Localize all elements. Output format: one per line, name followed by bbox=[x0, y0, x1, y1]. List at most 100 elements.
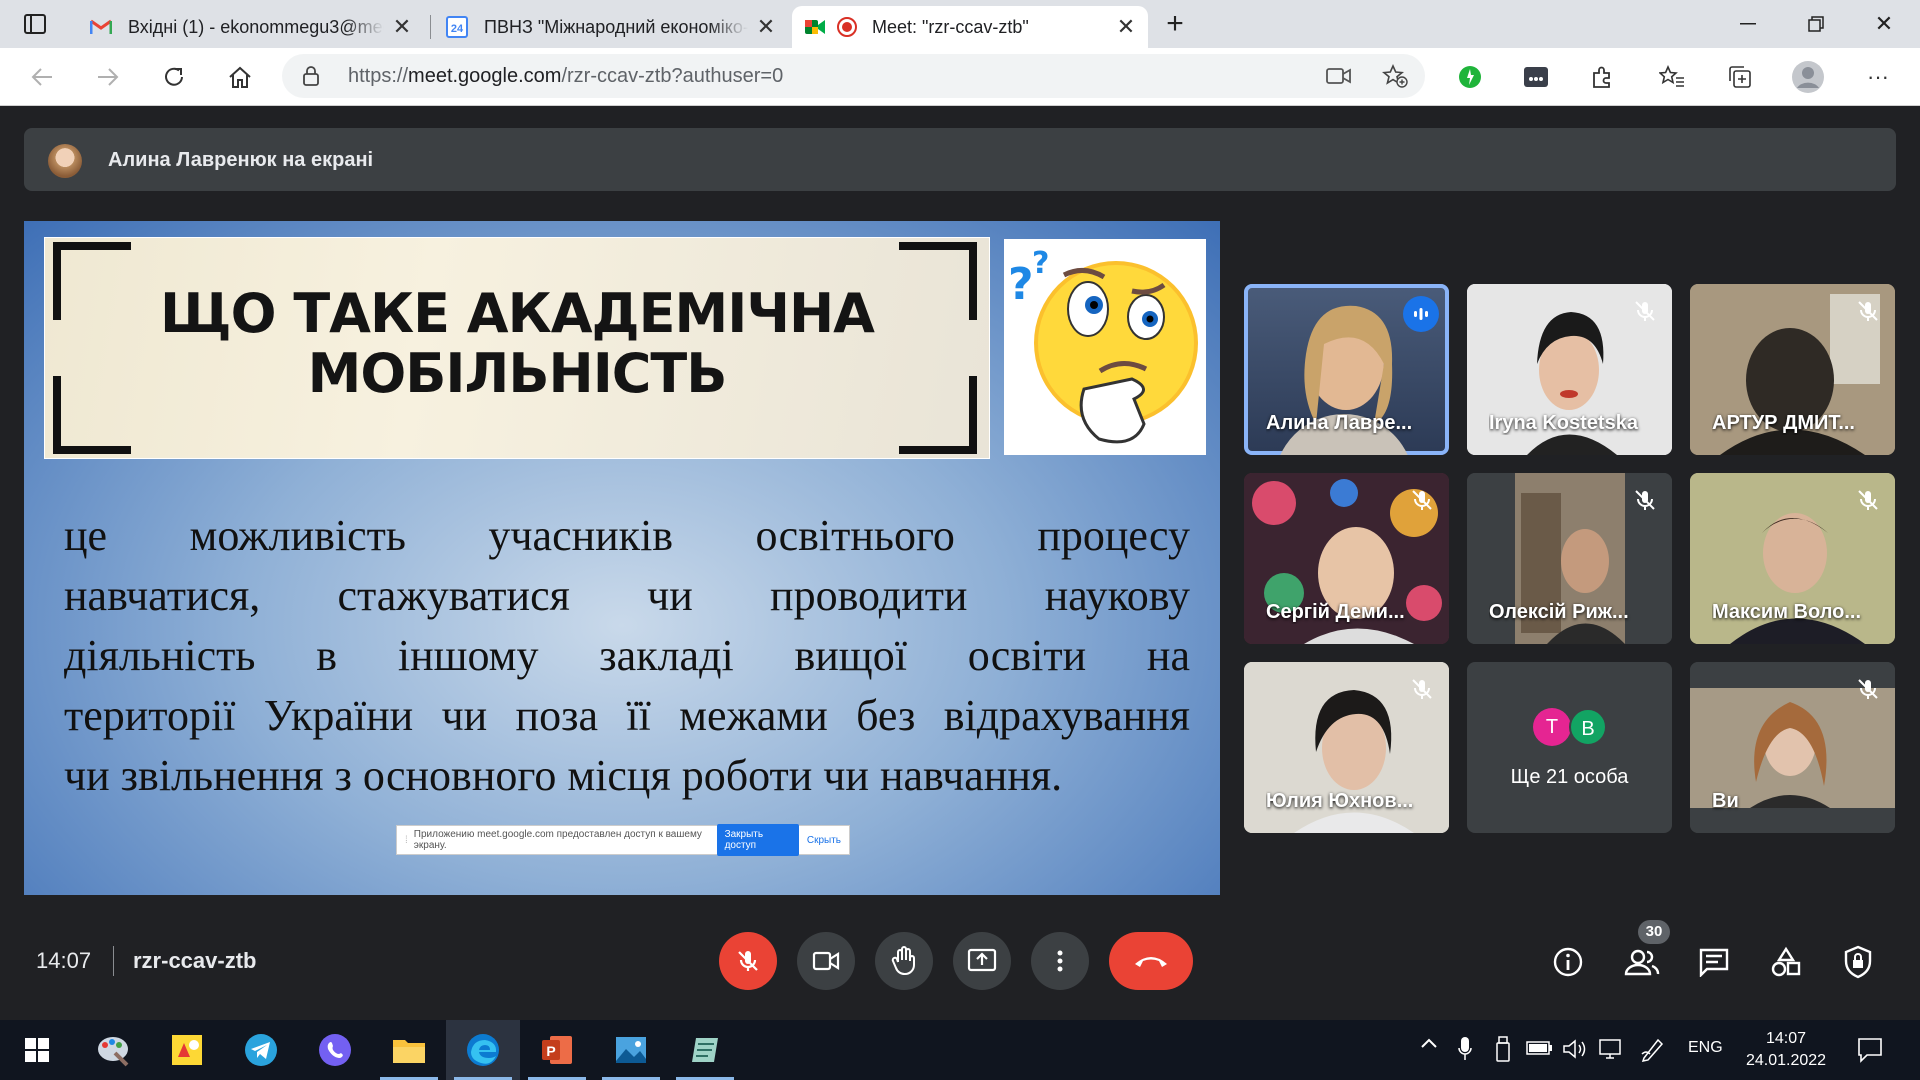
back-icon[interactable] bbox=[22, 57, 62, 97]
minimize-button[interactable] bbox=[1714, 0, 1782, 48]
close-window-button[interactable]: ✕ bbox=[1850, 0, 1918, 48]
participant-name: Iryna Kostetska bbox=[1489, 412, 1638, 434]
chat-icon bbox=[1699, 948, 1729, 977]
notifications-icon[interactable] bbox=[1856, 1036, 1884, 1064]
muted-mic-icon bbox=[1409, 676, 1435, 702]
home-icon[interactable] bbox=[220, 57, 260, 97]
tab-actions-icon[interactable] bbox=[0, 0, 70, 48]
sticky-app-icon[interactable] bbox=[150, 1020, 224, 1080]
activities-button[interactable] bbox=[1764, 940, 1808, 984]
muted-mic-icon bbox=[1632, 298, 1658, 324]
extensions-icon[interactable] bbox=[1582, 57, 1622, 97]
leave-call-button[interactable] bbox=[1109, 932, 1193, 990]
slide-body-line: це можливість учасників освітнього проце… bbox=[64, 511, 1190, 560]
powerpoint-icon[interactable]: P bbox=[520, 1020, 594, 1080]
taskbar-clock[interactable]: 14:07 24.01.2022 bbox=[1736, 1028, 1836, 1072]
tab-title: ПВНЗ "Міжнародний економіко-гуманітарний… bbox=[484, 16, 748, 37]
close-tab-icon[interactable]: ✕ bbox=[756, 14, 776, 40]
reload-icon[interactable] bbox=[154, 57, 194, 97]
collections-icon[interactable] bbox=[1720, 57, 1760, 97]
participant-name: Олексій Риж... bbox=[1489, 601, 1629, 623]
camera-permission-icon[interactable] bbox=[1326, 66, 1352, 86]
present-icon bbox=[967, 948, 997, 972]
close-tab-icon[interactable]: ✕ bbox=[392, 14, 412, 40]
participant-name: Алина Лавре... bbox=[1266, 412, 1413, 434]
address-bar[interactable]: https://meet.google.com/rzr-ccav-ztb?aut… bbox=[282, 54, 1425, 98]
pen-workspace-icon[interactable] bbox=[1640, 1036, 1664, 1062]
extension-dark-icon[interactable] bbox=[1516, 57, 1556, 97]
present-screen-button[interactable] bbox=[953, 932, 1011, 990]
lock-icon[interactable] bbox=[302, 66, 320, 86]
more-participants-tile[interactable]: T B Ще 21 особа bbox=[1467, 662, 1672, 833]
presenter-avatar bbox=[48, 144, 82, 178]
info-icon bbox=[1553, 947, 1583, 977]
viber-icon[interactable] bbox=[298, 1020, 372, 1080]
restore-button[interactable] bbox=[1782, 0, 1850, 48]
self-view-tile[interactable]: Ви bbox=[1690, 662, 1895, 833]
file-explorer-icon[interactable] bbox=[372, 1020, 446, 1080]
host-controls-button[interactable] bbox=[1836, 940, 1880, 984]
shield-lock-icon bbox=[1844, 945, 1872, 979]
volume-icon[interactable] bbox=[1562, 1038, 1588, 1060]
telegram-icon[interactable] bbox=[224, 1020, 298, 1080]
muted-mic-icon bbox=[1409, 487, 1435, 513]
chat-button[interactable] bbox=[1692, 940, 1736, 984]
add-favorite-icon[interactable] bbox=[1382, 64, 1408, 88]
calendar-icon: 24 bbox=[446, 16, 468, 38]
profile-avatar[interactable] bbox=[1788, 57, 1828, 97]
muted-mic-icon bbox=[1855, 298, 1881, 324]
slide-body-line: навчатися, стажуватися чи проводити наук… bbox=[64, 571, 1190, 620]
svg-text:?: ? bbox=[1008, 259, 1034, 310]
tab-university[interactable]: 24 ПВНЗ "Міжнародний економіко-гуманітар… bbox=[434, 6, 788, 48]
raise-hand-button[interactable] bbox=[875, 932, 933, 990]
photos-app-icon[interactable] bbox=[594, 1020, 668, 1080]
presenter-banner: Алина Лавренюк на екрані bbox=[24, 128, 1896, 191]
stop-sharing-button[interactable]: Закрыть доступ bbox=[716, 824, 799, 856]
slide-body-line: діяльність в іншому закладі вищої освіти… bbox=[64, 631, 1190, 680]
show-hidden-icons-icon[interactable] bbox=[1420, 1036, 1438, 1050]
participant-tile[interactable]: Максим Воло... bbox=[1690, 473, 1895, 644]
participant-tile[interactable]: Iryna Kostetska bbox=[1467, 284, 1672, 455]
battery-icon[interactable] bbox=[1526, 1040, 1554, 1056]
settings-more-icon[interactable]: ··· bbox=[1858, 57, 1898, 97]
hide-notification-link[interactable]: Скрыть bbox=[807, 835, 841, 846]
extension-green-icon[interactable] bbox=[1450, 57, 1490, 97]
new-tab-button[interactable]: + bbox=[1150, 0, 1200, 48]
participant-tile[interactable]: АРТУР ДМИТ... bbox=[1690, 284, 1895, 455]
meet-icon bbox=[804, 16, 826, 38]
favorites-icon[interactable] bbox=[1652, 57, 1692, 97]
shared-screen: ЩО ТАКЕ АКАДЕМІЧНА МОБІЛЬНІСТЬ ? ? це мо… bbox=[24, 221, 1220, 895]
slide-body-line: території України чи поза її межами без … bbox=[64, 691, 1190, 740]
usb-tray-icon[interactable] bbox=[1496, 1036, 1510, 1062]
tab-gmail[interactable]: Вхідні (1) - ekonommegu3@megu.edu.ua ✕ bbox=[78, 6, 424, 48]
activities-icon bbox=[1771, 946, 1801, 977]
tab-title: Вхідні (1) - ekonommegu3@megu.edu.ua bbox=[128, 16, 384, 37]
mic-off-button[interactable] bbox=[719, 932, 777, 990]
screen-share-notification: ⁞ Приложению meet.google.com предоставле… bbox=[396, 824, 850, 856]
camera-icon bbox=[812, 951, 840, 971]
edge-browser-icon[interactable] bbox=[446, 1020, 520, 1080]
participant-tile[interactable]: Сергій Деми... bbox=[1244, 473, 1449, 644]
microphone-tray-icon[interactable] bbox=[1458, 1036, 1472, 1062]
paint-app-icon[interactable] bbox=[76, 1020, 150, 1080]
participant-tile[interactable]: Юлия Юхнов... bbox=[1244, 662, 1449, 833]
participant-tile[interactable]: Алина Лавре... bbox=[1244, 284, 1449, 455]
forward-icon[interactable] bbox=[88, 57, 128, 97]
windows-start-icon[interactable] bbox=[0, 1020, 74, 1080]
url-text: https://meet.google.com/rzr-ccav-ztb?aut… bbox=[348, 65, 784, 87]
notes-app-icon[interactable] bbox=[668, 1020, 742, 1080]
people-button[interactable] bbox=[1620, 940, 1664, 984]
participant-tile[interactable]: Олексій Риж... bbox=[1467, 473, 1672, 644]
close-tab-icon[interactable]: ✕ bbox=[1116, 14, 1136, 40]
mic-off-icon bbox=[738, 951, 758, 971]
participant-name: Ви bbox=[1712, 790, 1739, 812]
tab-meet[interactable]: Meet: "rzr-ccav-ztb" ✕ bbox=[792, 6, 1148, 48]
camera-button[interactable] bbox=[797, 932, 855, 990]
more-options-button[interactable] bbox=[1031, 932, 1089, 990]
meeting-details-button[interactable] bbox=[1546, 940, 1590, 984]
language-indicator[interactable]: ENG bbox=[1688, 1039, 1723, 1057]
browser-title-bar: Вхідні (1) - ekonommegu3@megu.edu.ua ✕ 2… bbox=[0, 0, 1920, 48]
participant-count-badge: 30 bbox=[1638, 920, 1670, 944]
network-icon[interactable] bbox=[1598, 1038, 1624, 1060]
people-icon bbox=[1624, 949, 1660, 976]
